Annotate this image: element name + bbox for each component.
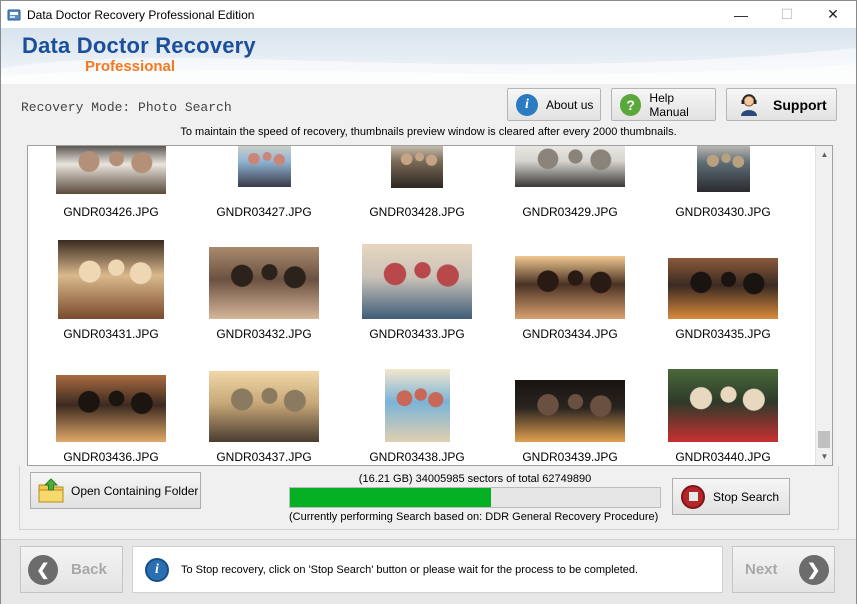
photo-thumbnail[interactable] bbox=[237, 146, 291, 187]
thumbnail-gallery[interactable]: GNDR03426.JPG GNDR03427.JPG GNDR03428.JPG G… bbox=[27, 145, 833, 466]
stop-icon bbox=[681, 484, 705, 509]
info-message: To Stop recovery, click on 'Stop Search'… bbox=[181, 563, 639, 576]
photo-thumbnail[interactable] bbox=[515, 380, 625, 442]
open-folder-label: Open Containing Folder bbox=[71, 483, 199, 498]
thumbnail-filename: GNDR03427.JPG bbox=[216, 205, 312, 219]
brand-edition: Professional bbox=[85, 58, 176, 75]
recovery-mode-label: Recovery Mode: Photo Search bbox=[21, 100, 232, 115]
vertical-scrollbar[interactable]: ▲ ▼ bbox=[815, 146, 832, 465]
arrow-left-icon: ❮ bbox=[28, 554, 58, 585]
thumbnail-filename: GNDR03431.JPG bbox=[63, 327, 159, 341]
support-agent-icon bbox=[741, 93, 757, 116]
header-banner: Data Doctor Recovery Professional bbox=[1, 28, 856, 84]
thumbnail-filename: GNDR03437.JPG bbox=[216, 450, 312, 464]
window-title: Data Doctor Recovery Professional Editio… bbox=[27, 7, 255, 22]
thumbnail-filename: GNDR03426.JPG bbox=[63, 205, 159, 219]
info-icon: i bbox=[145, 557, 169, 582]
thumbnail-filename: GNDR03436.JPG bbox=[63, 450, 159, 464]
photo-thumbnail[interactable] bbox=[56, 146, 166, 194]
thumbnail-filename: GNDR03434.JPG bbox=[522, 327, 618, 341]
thumbnail-item[interactable]: GNDR03438.JPG bbox=[342, 146, 492, 464]
photo-thumbnail[interactable] bbox=[384, 369, 450, 442]
scrollbar-thumb[interactable] bbox=[818, 431, 830, 448]
photo-thumbnail[interactable] bbox=[668, 369, 778, 442]
photo-thumbnail[interactable] bbox=[209, 247, 319, 319]
stop-search-button[interactable]: Stop Search bbox=[672, 478, 790, 515]
photo-thumbnail[interactable] bbox=[515, 146, 625, 187]
photo-thumbnail[interactable] bbox=[515, 256, 625, 319]
photo-thumbnail[interactable] bbox=[362, 244, 472, 319]
photo-thumbnail[interactable] bbox=[209, 371, 319, 442]
search-progress-bar bbox=[289, 487, 661, 508]
thumbnail-item[interactable]: GNDR03439.JPG bbox=[495, 146, 645, 464]
thumbnail-filename: GNDR03440.JPG bbox=[675, 450, 771, 464]
thumbnail-filename: GNDR03439.JPG bbox=[522, 450, 618, 464]
procedure-status: (Currently performing Search based on: D… bbox=[289, 511, 659, 523]
thumbnail-item[interactable]: GNDR03440.JPG bbox=[648, 146, 798, 464]
support-button[interactable]: Support bbox=[726, 88, 837, 121]
app-window: Data Doctor Recovery Professional Editio… bbox=[0, 0, 857, 604]
close-button[interactable]: ✕ bbox=[810, 1, 856, 28]
scroll-down-icon[interactable]: ▼ bbox=[816, 448, 832, 465]
progress-fill bbox=[290, 488, 491, 507]
back-button[interactable]: ❮ Back bbox=[20, 546, 123, 593]
support-label: Support bbox=[773, 96, 827, 113]
title-bar: Data Doctor Recovery Professional Editio… bbox=[1, 1, 856, 28]
scroll-up-icon[interactable]: ▲ bbox=[816, 146, 832, 163]
info-message-box: i To Stop recovery, click on 'Stop Searc… bbox=[132, 546, 723, 593]
thumbnail-filename: GNDR03433.JPG bbox=[369, 327, 465, 341]
brand-name: Data Doctor Recovery bbox=[22, 33, 256, 58]
thumbnail-notice: To maintain the speed of recovery, thumb… bbox=[180, 126, 677, 138]
next-button[interactable]: Next ❯ bbox=[732, 546, 835, 593]
photo-thumbnail[interactable] bbox=[56, 375, 166, 442]
photo-thumbnail[interactable] bbox=[391, 146, 443, 188]
help-manual-button[interactable]: ? Help Manual bbox=[611, 88, 716, 121]
info-icon: i bbox=[516, 93, 538, 116]
thumbnail-filename: GNDR03435.JPG bbox=[675, 327, 771, 341]
app-icon bbox=[7, 9, 21, 20]
photo-thumbnail[interactable] bbox=[58, 240, 164, 319]
arrow-right-icon: ❯ bbox=[798, 554, 829, 585]
maximize-button[interactable]: ☐ bbox=[764, 1, 810, 28]
photo-thumbnail[interactable] bbox=[696, 146, 750, 192]
help-manual-label: Help Manual bbox=[649, 90, 689, 119]
back-label: Back bbox=[71, 561, 107, 578]
thumbnail-item[interactable]: GNDR03436.JPG bbox=[36, 146, 186, 464]
thumbnail-filename: GNDR03438.JPG bbox=[369, 450, 465, 464]
sector-stats: (16.21 GB) 34005985 sectors of total 627… bbox=[358, 473, 592, 485]
thumbnail-filename: GNDR03428.JPG bbox=[369, 205, 465, 219]
folder-icon bbox=[38, 477, 64, 502]
minimize-button[interactable]: — bbox=[718, 1, 764, 28]
question-icon: ? bbox=[620, 93, 642, 116]
next-label: Next bbox=[745, 561, 778, 578]
photo-thumbnail[interactable] bbox=[668, 258, 778, 319]
thumbnail-item[interactable]: GNDR03437.JPG bbox=[189, 146, 339, 464]
footer-bar: ❮ Back i To Stop recovery, click on 'Sto… bbox=[1, 539, 856, 604]
open-containing-folder-button[interactable]: Open Containing Folder bbox=[30, 472, 201, 509]
about-us-button[interactable]: i About us bbox=[507, 88, 601, 121]
toolbar: Recovery Mode: Photo Search i About us ?… bbox=[1, 84, 856, 124]
about-us-label: About us bbox=[546, 97, 594, 112]
thumbnail-filename: GNDR03432.JPG bbox=[216, 327, 312, 341]
stop-search-label: Stop Search bbox=[713, 489, 780, 504]
thumbnail-filename: GNDR03430.JPG bbox=[675, 205, 771, 219]
thumbnail-filename: GNDR03429.JPG bbox=[522, 205, 618, 219]
